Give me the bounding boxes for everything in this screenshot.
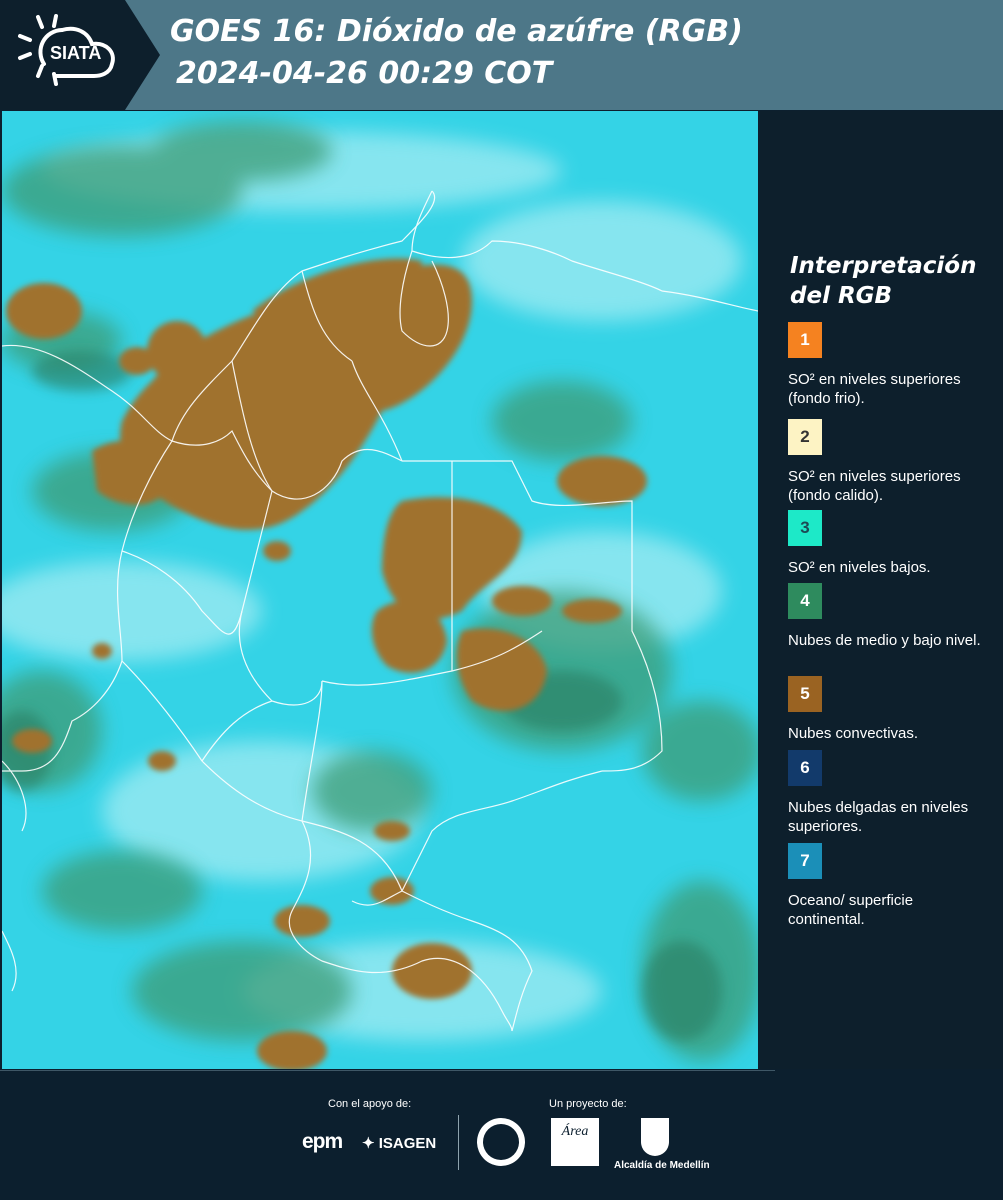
epm-logo[interactable]: epm [302,1130,343,1154]
university-seal-logo[interactable] [477,1118,525,1166]
area-logo-text: Área [561,1124,589,1139]
legend-title: Interpretación del RGB [790,251,990,311]
legend-number: 6 [800,758,810,777]
area-metropolitana-logo[interactable]: Área [551,1118,599,1166]
footer: Con el apoyo de: Un proyecto de: epm ✦ I… [0,1070,1003,1200]
seal-inner-icon [483,1124,519,1160]
legend-description: SO² en niveles bajos. [788,559,931,576]
legend-item-7: 7 Oceano/ superficie continental. [788,843,988,929]
header-bar: SIATA GOES 16: Dióxido de azúfre (RGB) 2… [0,0,1003,110]
legend-number: 4 [800,591,810,610]
legend-description: SO² en niveles superiores (fondo calido)… [788,468,961,504]
footer-divider [0,1070,775,1071]
legend-title-line1: Interpretación [790,253,977,279]
legend-title-line2: del RGB [790,283,893,309]
legend-description: Nubes de medio y bajo nivel. [788,632,981,649]
legend-number: 7 [800,851,810,870]
page-timestamp: 2024-04-26 00:29 COT [176,56,553,91]
legend-description: Nubes convectivas. [788,725,919,742]
project-label: Un proyecto de: [549,1098,627,1110]
legend-swatch: 2 [788,419,822,455]
alcaldia-logo-text: Alcaldía de Medellín [614,1160,710,1171]
support-label: Con el apoyo de: [328,1098,412,1110]
legend-item-5: 5 Nubes convectivas. [788,676,988,743]
page-title: GOES 16: Dióxido de azúfre (RGB) [170,14,743,49]
satellite-map[interactable] [2,111,758,1069]
isagen-logo[interactable]: ✦ ISAGEN [362,1134,436,1152]
legend-swatch: 4 [788,583,822,619]
legend-swatch: 3 [788,510,822,546]
siata-logo[interactable]: SIATA [0,0,160,110]
legend-number: 1 [800,330,810,349]
legend-panel: Interpretación del RGB 1 SO² en niveles … [760,111,1003,1069]
legend-item-4: 4 Nubes de medio y bajo nivel. [788,583,988,650]
legend-number: 5 [800,684,810,703]
legend-item-3: 3 SO² en niveles bajos. [788,510,988,577]
isagen-star-icon: ✦ [362,1135,375,1152]
legend-number: 2 [800,427,810,446]
footer-separator [458,1115,459,1170]
legend-swatch: 5 [788,676,822,712]
alcaldia-shield-icon[interactable] [641,1118,669,1156]
legend-swatch: 7 [788,843,822,879]
legend-swatch: 6 [788,750,822,786]
legend-description: Oceano/ superficie continental. [788,892,914,928]
legend-item-2: 2 SO² en niveles superiores (fondo calid… [788,419,988,505]
legend-item-1: 1 SO² en niveles superiores (fondo frio)… [788,322,988,408]
legend-number: 3 [800,518,810,537]
legend-description: SO² en niveles superiores (fondo frio). [788,371,961,407]
satellite-image [2,111,758,1069]
isagen-logo-text: ISAGEN [378,1135,437,1152]
legend-swatch: 1 [788,322,822,358]
legend-description: Nubes delgadas en niveles superiores. [788,799,969,835]
legend-item-6: 6 Nubes delgadas en niveles superiores. [788,750,988,836]
siata-logo-text: SIATA [50,43,102,63]
